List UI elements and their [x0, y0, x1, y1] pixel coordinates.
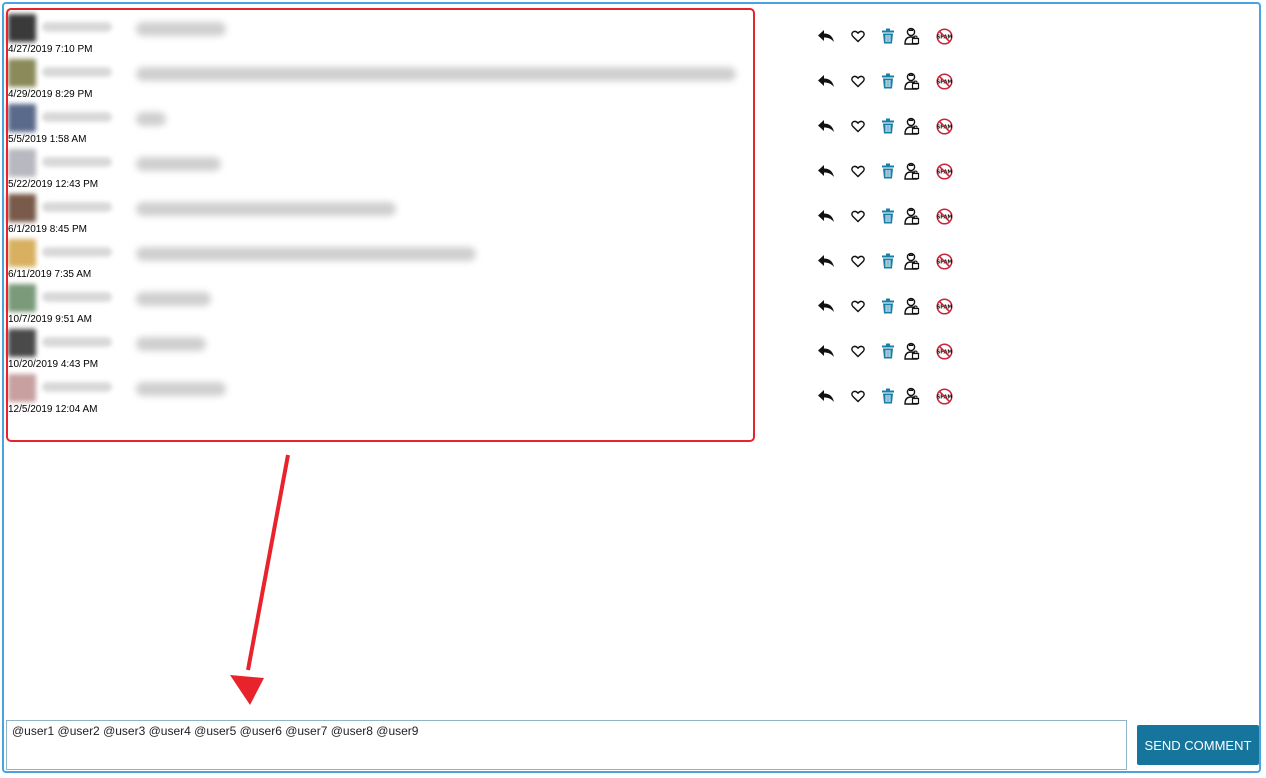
annotation-arrow — [230, 454, 290, 705]
trash-icon[interactable] — [878, 116, 898, 136]
user-block-icon[interactable] — [902, 116, 922, 136]
heart-icon[interactable] — [848, 71, 868, 91]
user-block-icon[interactable] — [902, 71, 922, 91]
trash-icon[interactable] — [878, 251, 898, 271]
user-block-icon[interactable] — [902, 161, 922, 181]
heart-icon[interactable] — [848, 116, 868, 136]
user-block-icon[interactable] — [902, 386, 922, 406]
reply-icon[interactable] — [816, 161, 836, 181]
heart-icon[interactable] — [848, 341, 868, 361]
user-block-icon[interactable] — [902, 341, 922, 361]
reply-icon[interactable] — [816, 386, 836, 406]
user-block-icon[interactable] — [902, 26, 922, 46]
trash-icon[interactable] — [878, 71, 898, 91]
comment-input-box[interactable] — [6, 720, 1127, 770]
spam-icon[interactable]: SPAM — [934, 116, 954, 136]
comment-input[interactable] — [7, 721, 1126, 769]
spam-icon[interactable]: SPAM — [934, 71, 954, 91]
spam-icon[interactable]: SPAM — [934, 206, 954, 226]
spam-icon[interactable]: SPAM — [934, 26, 954, 46]
user-block-icon[interactable] — [902, 296, 922, 316]
spam-icon[interactable]: SPAM — [934, 296, 954, 316]
trash-icon[interactable] — [878, 161, 898, 181]
spam-icon[interactable]: SPAM — [934, 341, 954, 361]
user-block-icon[interactable] — [902, 251, 922, 271]
reply-icon[interactable] — [816, 71, 836, 91]
heart-icon[interactable] — [848, 251, 868, 271]
reply-icon[interactable] — [816, 251, 836, 271]
trash-icon[interactable] — [878, 341, 898, 361]
reply-icon[interactable] — [816, 341, 836, 361]
trash-icon[interactable] — [878, 26, 898, 46]
highlight-box — [6, 8, 755, 442]
spam-icon[interactable]: SPAM — [934, 251, 954, 271]
spam-icon[interactable]: SPAM — [934, 386, 954, 406]
reply-icon[interactable] — [816, 26, 836, 46]
heart-icon[interactable] — [848, 296, 868, 316]
reply-icon[interactable] — [816, 116, 836, 136]
heart-icon[interactable] — [848, 161, 868, 181]
trash-icon[interactable] — [878, 206, 898, 226]
send-comment-button[interactable]: SEND COMMENT — [1137, 725, 1259, 765]
spam-icon[interactable]: SPAM — [934, 161, 954, 181]
reply-icon[interactable] — [816, 206, 836, 226]
user-block-icon[interactable] — [902, 206, 922, 226]
heart-icon[interactable] — [848, 26, 868, 46]
trash-icon[interactable] — [878, 296, 898, 316]
trash-icon[interactable] — [878, 386, 898, 406]
reply-icon[interactable] — [816, 296, 836, 316]
heart-icon[interactable] — [848, 206, 868, 226]
heart-icon[interactable] — [848, 386, 868, 406]
